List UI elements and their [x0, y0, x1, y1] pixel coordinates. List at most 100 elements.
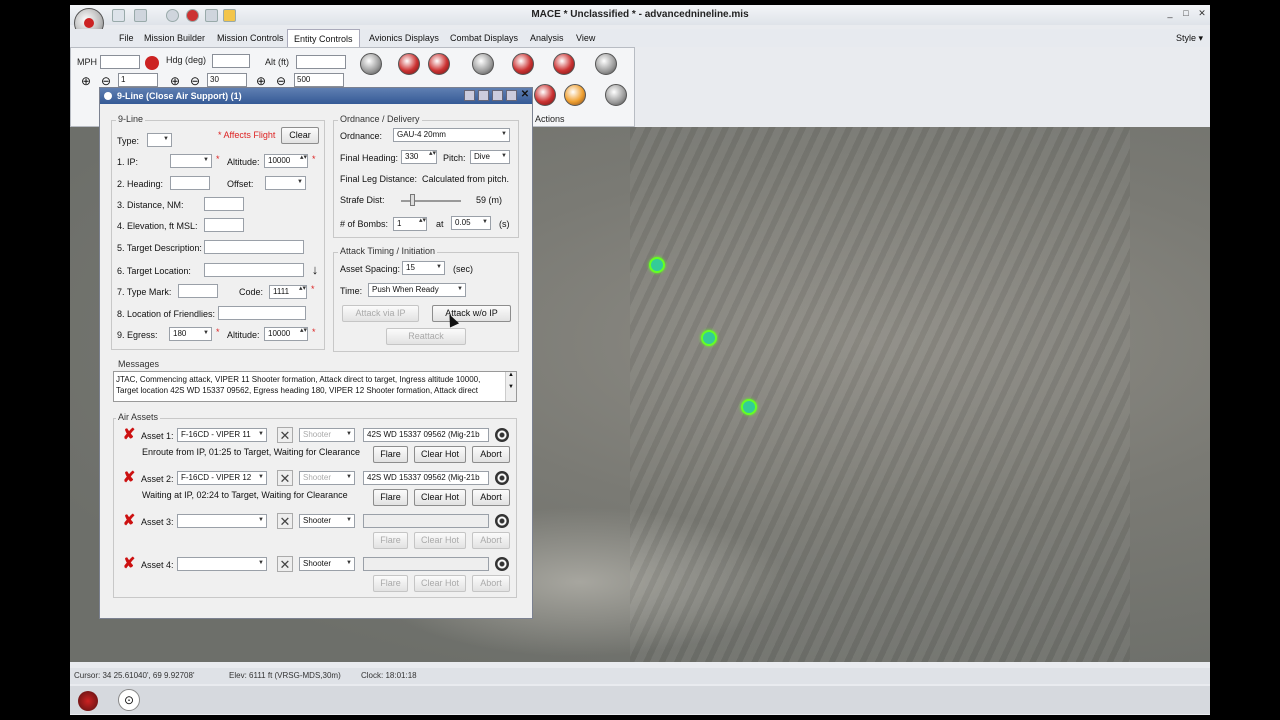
dialog-dock-button[interactable] — [478, 90, 489, 101]
asset-target-field[interactable] — [363, 514, 489, 528]
tools-icon[interactable]: ✕ — [277, 427, 293, 443]
remove-asset-icon[interactable]: ✘ — [121, 556, 137, 572]
target-description-input[interactable] — [204, 240, 304, 254]
minimize-button[interactable]: _ — [1164, 8, 1176, 18]
type-mark-input[interactable] — [178, 284, 218, 298]
offset-select[interactable] — [265, 176, 306, 190]
asset-role-select[interactable]: Shooter — [299, 514, 355, 528]
cas-icon[interactable] — [512, 53, 534, 75]
remove-asset-icon[interactable]: ✘ — [121, 427, 137, 443]
quick-save-icon[interactable] — [134, 9, 147, 22]
target-reticle-icon[interactable] — [495, 428, 509, 442]
decrease-heading-icon[interactable]: ⊖ — [190, 74, 200, 88]
time-select[interactable]: Push When Ready — [368, 283, 466, 297]
type-select[interactable] — [147, 133, 172, 147]
asset-aircraft-select[interactable]: F-16CD - VIPER 12 — [177, 471, 267, 485]
target-reticle-icon[interactable] — [495, 514, 509, 528]
flare-button[interactable]: Flare — [373, 575, 408, 592]
compass-icon[interactable]: ⊙ — [118, 689, 140, 711]
tools-icon[interactable]: ✕ — [277, 513, 293, 529]
increase-heading-icon[interactable]: ⊕ — [170, 74, 180, 88]
clear-hot-button[interactable]: Clear Hot — [414, 575, 466, 592]
target-location-input[interactable] — [204, 263, 304, 277]
target-reticle-icon[interactable] — [495, 557, 509, 571]
attack-without-ip-button[interactable]: Attack w/o IP — [432, 305, 511, 322]
m2m-icon[interactable] — [605, 84, 627, 106]
asset-role-select[interactable]: Shooter — [299, 557, 355, 571]
flare-button[interactable]: Flare — [373, 446, 408, 463]
menu-entity-controls[interactable]: Entity Controls — [287, 29, 360, 47]
hdg-input[interactable] — [212, 54, 250, 68]
dialog-pin-button[interactable] — [464, 90, 475, 101]
ordnance-select[interactable]: GAU-4 20mm — [393, 128, 510, 142]
egress-altitude-stepper[interactable]: 10000 — [264, 327, 308, 341]
messages-scrollbar[interactable]: ▲ ▼ — [505, 372, 516, 401]
remove-asset-icon[interactable]: ✘ — [121, 470, 137, 486]
tools-icon[interactable]: ✕ — [277, 556, 293, 572]
maximize-button[interactable]: □ — [1180, 8, 1192, 18]
messages-log[interactable]: JTAC, Commencing attack, VIPER 11 Shoote… — [113, 371, 517, 402]
flare-button[interactable]: Flare — [373, 489, 408, 506]
dialog-close-button[interactable]: ✕ — [519, 89, 531, 101]
tools-icon[interactable]: ✕ — [277, 470, 293, 486]
menu-mission-controls[interactable]: Mission Controls — [211, 29, 290, 47]
clear-hot-button[interactable]: Clear Hot — [414, 489, 466, 506]
alt-input[interactable] — [296, 55, 346, 69]
ip-select[interactable] — [170, 154, 212, 168]
clear-hot-button[interactable]: Clear Hot — [414, 446, 466, 463]
quick-stop-icon[interactable] — [186, 9, 199, 22]
bombs-stepper[interactable]: 1 — [393, 217, 427, 231]
final-heading-stepper[interactable]: 330 — [401, 150, 437, 164]
mph-input[interactable] — [100, 55, 140, 69]
arrow-down-icon[interactable]: ↓ — [307, 262, 323, 278]
attack-via-ip-button[interactable]: Attack via IP — [342, 305, 419, 322]
pitch-select[interactable]: Dive — [470, 150, 510, 164]
dialog-maximize-button[interactable] — [506, 90, 517, 101]
egress-select[interactable]: 180 — [169, 327, 212, 341]
remove-asset-icon[interactable]: ✘ — [121, 513, 137, 529]
close-button[interactable]: ✕ — [1196, 8, 1208, 18]
settings-icon[interactable] — [564, 84, 586, 106]
altitude-stepper[interactable]: 10000 — [264, 154, 308, 168]
friendlies-input[interactable] — [218, 306, 306, 320]
increase-alt-icon[interactable]: ⊕ — [256, 74, 266, 88]
asset-target-field[interactable]: 42S WD 15337 09562 (Mig-21b — [363, 428, 489, 442]
entity-marker[interactable] — [741, 399, 757, 415]
increase-speed-icon[interactable]: ⊕ — [81, 74, 91, 88]
elevation-input[interactable] — [204, 218, 244, 232]
asset-target-field[interactable] — [363, 557, 489, 571]
waypoint-icon[interactable] — [360, 53, 382, 75]
interval-select[interactable]: 0.05 — [451, 216, 491, 230]
style-menu[interactable]: Style ▾ — [1170, 29, 1209, 47]
target-icon[interactable] — [553, 53, 575, 75]
quick-play-icon[interactable] — [166, 9, 179, 22]
entity-marker[interactable] — [701, 330, 717, 346]
quick-new-icon[interactable] — [112, 9, 125, 22]
abort-button[interactable]: Abort — [472, 532, 510, 549]
nineline-icon[interactable] — [534, 84, 556, 106]
decrease-speed-icon[interactable]: ⊖ — [101, 74, 111, 88]
heading-stepper[interactable]: 30 — [207, 73, 247, 87]
asset-target-field[interactable]: 42S WD 15337 09562 (Mig-21b — [363, 471, 489, 485]
weapons-icon[interactable] — [428, 53, 450, 75]
abort-button[interactable]: Abort — [472, 489, 510, 506]
menu-avionics-displays[interactable]: Avionics Displays — [363, 29, 445, 47]
asset-role-select[interactable]: Shooter — [299, 428, 355, 442]
menu-mission-builder[interactable]: Mission Builder — [138, 29, 211, 47]
abort-button[interactable]: Abort — [472, 446, 510, 463]
abort-button[interactable]: Abort — [472, 575, 510, 592]
menu-analysis[interactable]: Analysis — [524, 29, 570, 47]
dialog-minimize-button[interactable] — [492, 90, 503, 101]
distance-input[interactable] — [204, 197, 244, 211]
menu-file[interactable]: File — [113, 29, 140, 47]
clear-hot-button[interactable]: Clear Hot — [414, 532, 466, 549]
target-reticle-icon[interactable] — [495, 471, 509, 485]
alt-stepper[interactable]: 500 — [294, 73, 344, 87]
clear-button[interactable]: Clear — [281, 127, 319, 144]
asset-role-select[interactable]: Shooter — [299, 471, 355, 485]
disengage-icon[interactable] — [595, 53, 617, 75]
stop-icon[interactable] — [145, 56, 159, 70]
engage-icon[interactable] — [398, 53, 420, 75]
app-task-icon[interactable] — [78, 691, 98, 711]
flare-button[interactable]: Flare — [373, 532, 408, 549]
